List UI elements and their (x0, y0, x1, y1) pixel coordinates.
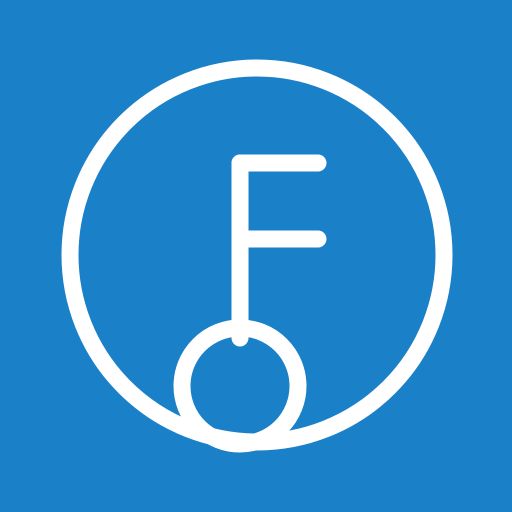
app-icon-tile[interactable] (0, 0, 512, 512)
circled-f-key-logo-icon (0, 0, 512, 512)
